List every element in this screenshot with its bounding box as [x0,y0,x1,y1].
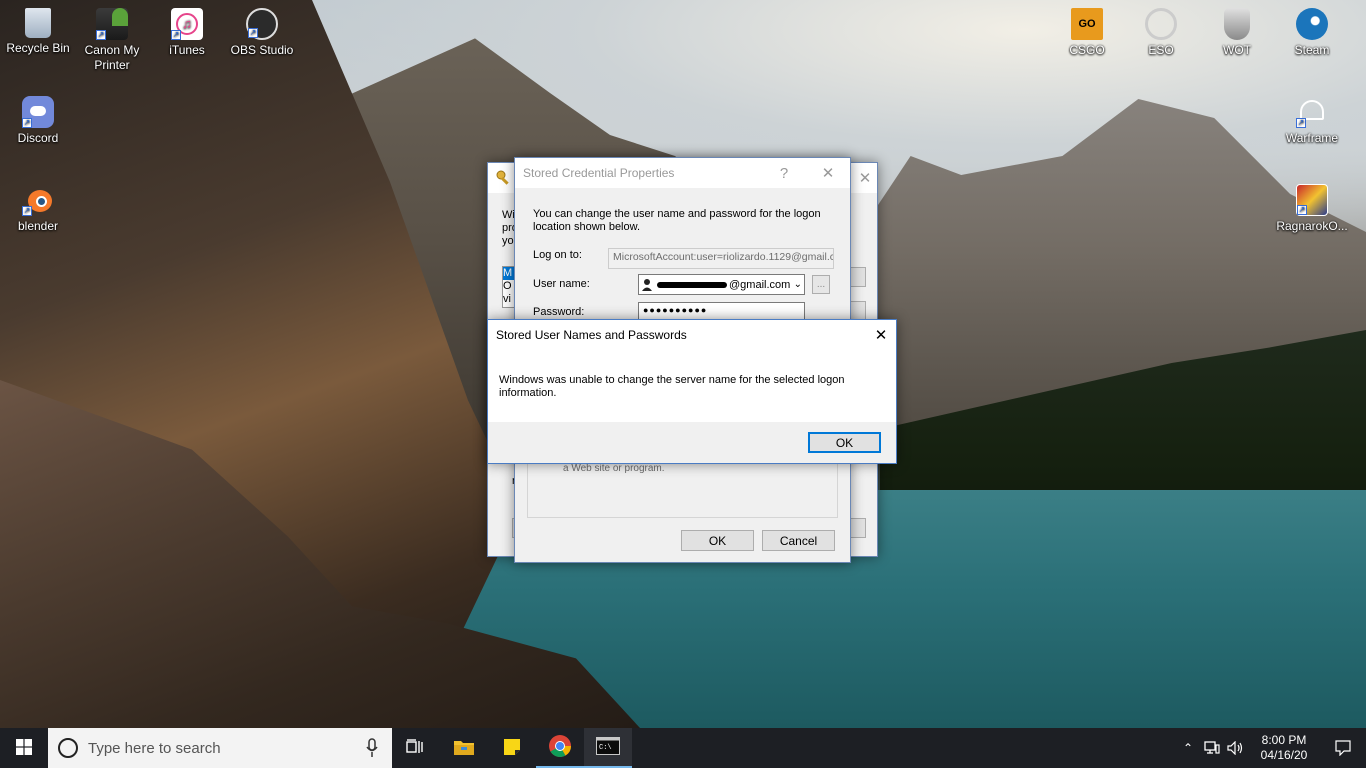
help-button[interactable]: ? [762,158,806,188]
desktop-icon-label: Canon My Printer [84,43,140,72]
chrome-icon [548,734,572,761]
error-message: Windows was unable to change the server … [499,374,845,399]
desktop-icon-label: OBS Studio [230,43,294,57]
desktop-icon-steam[interactable]: Steam [1274,2,1350,58]
ragnarok-icon: ↗ [1296,184,1328,216]
desktop-icon-ragnarok[interactable]: ↗ RagnarokO... [1274,178,1350,234]
start-button[interactable] [0,728,48,768]
username-label: User name: [533,278,590,290]
obs-icon: ↗ [246,8,278,40]
desktop-icon-canon-my-printer[interactable]: ↗ Canon My Printer [74,2,150,73]
desktop-icon-discord[interactable]: ↗ Discord [0,90,76,146]
sticky-notes-button[interactable] [488,728,536,768]
recycle-bin-icon [25,8,51,38]
warframe-icon: ↗ [1296,96,1328,128]
task-view-button[interactable] [392,728,440,768]
chevron-down-icon[interactable]: ⌄ [794,279,802,290]
key-icon [496,170,512,186]
search-placeholder: Type here to search [88,739,221,757]
username-value: @gmail.com [729,278,791,291]
search-box[interactable]: Type here to search [48,728,392,768]
action-center-icon[interactable] [1320,740,1366,756]
volume-icon[interactable] [1224,741,1248,755]
cortana-icon [58,738,78,758]
clock-date: 04/16/20 [1260,748,1308,762]
side-button[interactable] [850,267,866,287]
ok-button[interactable]: OK [808,432,881,453]
desktop-icon-label: CSGO [1069,43,1105,57]
message-area: Windows was unable to change the server … [488,350,896,422]
clock[interactable]: 8:00 PM 04/16/20 [1248,733,1320,763]
logon-label: Log on to: [533,249,582,261]
csgo-icon: GO [1071,8,1103,40]
logon-field: MicrosoftAccount:user=riolizardo.1129@gm… [608,248,834,269]
desktop-icon-label: blender [17,219,59,233]
desktop-icon-blender[interactable]: ↗ blender [0,178,76,234]
close-button[interactable]: ✕ [866,320,896,350]
system-tray: ⌃ 8:00 PM 04/16/20 [1176,728,1366,768]
windows-logo-icon [16,738,32,758]
desktop-icon-recycle-bin[interactable]: Recycle Bin [0,2,76,56]
dialog-title: Stored User Names and Passwords [496,328,687,342]
network-icon[interactable] [1200,741,1224,755]
task-view-icon [406,738,426,758]
file-explorer-button[interactable] [440,728,488,768]
dialog-title: Stored Credential Properties [523,166,675,180]
side-button[interactable] [850,301,866,321]
terminal-button[interactable]: C:\ [584,728,632,768]
blender-icon: ↗ [22,184,54,216]
desktop-icon-label: ESO [1148,43,1174,57]
chrome-button[interactable] [536,728,584,768]
side-button[interactable] [850,518,866,538]
svg-text:C:\: C:\ [599,744,612,752]
desktop-icon-label: Steam [1294,43,1330,57]
user-icon [641,278,653,292]
close-button[interactable]: ✕ [853,163,877,193]
taskbar: Type here to search C:\ ⌃ 8:00 PM 04/16/… [0,728,1366,768]
ok-button[interactable]: OK [681,530,754,551]
desktop-icon-label: Discord [17,131,59,145]
desktop-icon-eso[interactable]: ESO [1123,2,1199,58]
error-dialog[interactable]: Stored User Names and Passwords ✕ Window… [487,319,897,464]
show-hidden-icons-icon[interactable]: ⌃ [1176,741,1200,755]
desktop-icon-label: Recycle Bin [6,41,70,55]
close-button[interactable]: ✕ [806,158,850,188]
desktop-icon-csgo[interactable]: GO CSGO [1049,2,1125,58]
desktop-icon-itunes[interactable]: ♫ ↗ iTunes [149,2,225,58]
file-explorer-icon [453,738,475,759]
discord-icon: ↗ [22,96,54,128]
sticky-notes-icon [503,738,521,759]
terminal-icon: C:\ [596,736,620,758]
username-combobox[interactable]: @gmail.com ⌄ [638,274,805,295]
cancel-button[interactable]: Cancel [762,530,835,551]
hint-text: a Web site or program. [563,463,665,474]
desktop-icon-label: RagnarokO... [1276,219,1348,233]
desktop-icon-label: WOT [1223,43,1251,57]
eso-icon [1145,8,1177,40]
redacted-text [657,281,727,288]
desktop-icon-wot[interactable]: WOT [1199,2,1275,58]
microphone-icon[interactable] [366,738,378,762]
desktop-icon-obs-studio[interactable]: ↗ OBS Studio [224,2,300,58]
browse-button[interactable]: ... [812,275,830,294]
hint-groupbox: a Web site or program. [527,458,838,518]
steam-icon [1296,8,1328,40]
password-label: Password: [533,306,585,318]
itunes-icon: ♫ ↗ [171,8,203,40]
printer-icon: ↗ [96,8,128,40]
desktop-icon-label: iTunes [169,43,205,57]
desktop-icon-label: Warframe [1285,131,1339,145]
intro-text: You can change the user name and passwor… [533,208,821,233]
desktop-icon-warframe[interactable]: ↗ Warframe [1274,90,1350,146]
wot-icon [1224,8,1250,40]
clock-time: 8:00 PM [1261,733,1307,747]
